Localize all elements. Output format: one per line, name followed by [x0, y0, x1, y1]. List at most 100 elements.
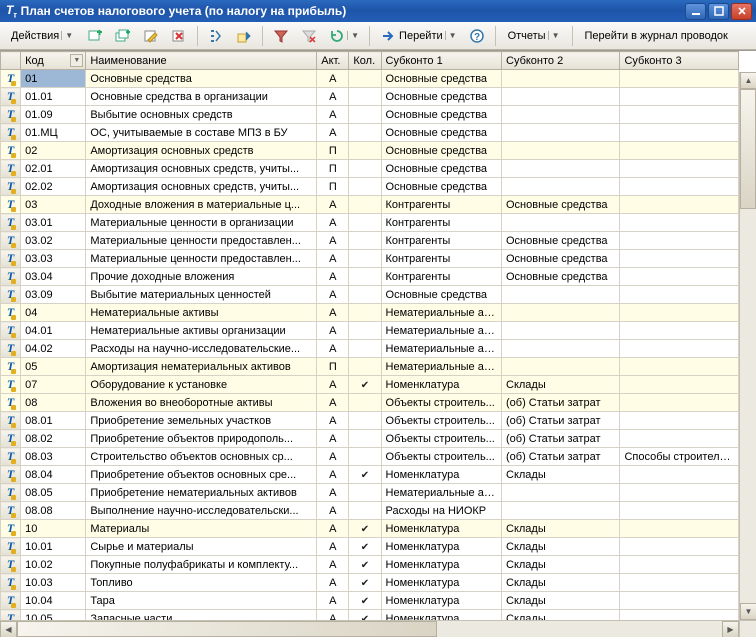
- cell-sub1[interactable]: Номенклатура: [381, 466, 501, 484]
- cell-name[interactable]: Приобретение земельных участков: [86, 412, 317, 430]
- table-row[interactable]: T03Доходные вложения в материальные ц...…: [1, 196, 739, 214]
- table-row[interactable]: T03.04Прочие доходные вложенияАКонтраген…: [1, 268, 739, 286]
- col-sub1[interactable]: Субконто 1: [381, 52, 501, 70]
- cell-akt[interactable]: А: [317, 250, 349, 268]
- cell-kol[interactable]: [349, 124, 381, 142]
- cell-akt[interactable]: А: [317, 124, 349, 142]
- cell-sub2[interactable]: [502, 322, 620, 340]
- cell-kol[interactable]: [349, 430, 381, 448]
- cell-code[interactable]: 04.01: [21, 322, 86, 340]
- cell-sub2[interactable]: Основные средства: [502, 250, 620, 268]
- cell-sub1[interactable]: Контрагенты: [381, 268, 501, 286]
- cell-sub3[interactable]: [620, 70, 739, 88]
- cell-akt[interactable]: А: [317, 340, 349, 358]
- cell-name[interactable]: Приобретение объектов природополь...: [86, 430, 317, 448]
- table-row[interactable]: T02.02Амортизация основных средств, учит…: [1, 178, 739, 196]
- cell-code[interactable]: 01: [21, 70, 86, 88]
- cell-code[interactable]: 02: [21, 142, 86, 160]
- cell-akt[interactable]: П: [317, 142, 349, 160]
- cell-sub2[interactable]: Склады: [502, 538, 620, 556]
- cell-code[interactable]: 08: [21, 394, 86, 412]
- cell-code[interactable]: 10.02: [21, 556, 86, 574]
- cell-sub1[interactable]: Объекты строитель...: [381, 394, 501, 412]
- cell-sub1[interactable]: Номенклатура: [381, 538, 501, 556]
- cell-akt[interactable]: А: [317, 232, 349, 250]
- cell-sub2[interactable]: [502, 484, 620, 502]
- cell-sub1[interactable]: Номенклатура: [381, 556, 501, 574]
- cell-name[interactable]: Амортизация основных средств, учиты...: [86, 160, 317, 178]
- cell-akt[interactable]: П: [317, 178, 349, 196]
- cell-sub1[interactable]: Номенклатура: [381, 592, 501, 610]
- cell-kol[interactable]: [349, 340, 381, 358]
- cell-kol[interactable]: [349, 232, 381, 250]
- cell-name[interactable]: Материальные ценности предоставлен...: [86, 250, 317, 268]
- resize-grip[interactable]: [739, 620, 756, 637]
- cell-akt[interactable]: А: [317, 466, 349, 484]
- cell-sub1[interactable]: Основные средства: [381, 286, 501, 304]
- cell-kol[interactable]: ✔: [349, 466, 381, 484]
- cell-code[interactable]: 08.08: [21, 502, 86, 520]
- edit-button[interactable]: [138, 25, 164, 47]
- cell-sub2[interactable]: [502, 88, 620, 106]
- cell-kol[interactable]: [349, 70, 381, 88]
- cell-sub1[interactable]: Основные средства: [381, 106, 501, 124]
- scroll-down-button[interactable]: ▼: [740, 603, 756, 620]
- cell-code[interactable]: 01.09: [21, 106, 86, 124]
- cell-code[interactable]: 04: [21, 304, 86, 322]
- cell-code[interactable]: 10: [21, 520, 86, 538]
- cell-name[interactable]: Основные средства в организации: [86, 88, 317, 106]
- cell-sub3[interactable]: [620, 538, 739, 556]
- col-kol[interactable]: Кол.: [349, 52, 381, 70]
- cell-sub1[interactable]: Объекты строитель...: [381, 412, 501, 430]
- close-button[interactable]: [731, 3, 752, 20]
- cell-akt[interactable]: А: [317, 592, 349, 610]
- cell-kol[interactable]: ✔: [349, 376, 381, 394]
- clear-filter-button[interactable]: [296, 25, 322, 47]
- cell-kol[interactable]: ✔: [349, 520, 381, 538]
- cell-sub1[interactable]: Нематериальные ак...: [381, 340, 501, 358]
- cell-name[interactable]: Выполнение научно-исследовательски...: [86, 502, 317, 520]
- cell-name[interactable]: Основные средства: [86, 70, 317, 88]
- table-row[interactable]: T01Основные средстваАОсновные средства: [1, 70, 739, 88]
- cell-akt[interactable]: П: [317, 358, 349, 376]
- cell-code[interactable]: 02.02: [21, 178, 86, 196]
- cell-kol[interactable]: [349, 88, 381, 106]
- cell-sub1[interactable]: Номенклатура: [381, 520, 501, 538]
- table-row[interactable]: T05Амортизация нематериальных активовПНе…: [1, 358, 739, 376]
- cell-sub3[interactable]: [620, 466, 739, 484]
- cell-akt[interactable]: А: [317, 106, 349, 124]
- cell-code[interactable]: 03.03: [21, 250, 86, 268]
- table-row[interactable]: T10.04ТараА✔НоменклатураСклады: [1, 592, 739, 610]
- cell-sub3[interactable]: [620, 430, 739, 448]
- cell-name[interactable]: Вложения во внеоборотные активы: [86, 394, 317, 412]
- cell-akt[interactable]: А: [317, 484, 349, 502]
- cell-sub3[interactable]: [620, 502, 739, 520]
- accounts-table[interactable]: Код▼ Наименование Акт. Кол. Субконто 1 С…: [0, 51, 739, 637]
- cell-kol[interactable]: [349, 160, 381, 178]
- cell-kol[interactable]: [349, 142, 381, 160]
- cell-sub3[interactable]: [620, 160, 739, 178]
- table-row[interactable]: T10.03ТопливоА✔НоменклатураСклады: [1, 574, 739, 592]
- cell-name[interactable]: Нематериальные активы организации: [86, 322, 317, 340]
- cell-akt[interactable]: П: [317, 160, 349, 178]
- cell-sub2[interactable]: Основные средства: [502, 268, 620, 286]
- cell-sub3[interactable]: [620, 322, 739, 340]
- cell-sub3[interactable]: [620, 358, 739, 376]
- cell-sub1[interactable]: Контрагенты: [381, 196, 501, 214]
- horizontal-scrollbar[interactable]: ◀ ▶: [0, 620, 739, 637]
- cell-code[interactable]: 10.04: [21, 592, 86, 610]
- cell-code[interactable]: 03.04: [21, 268, 86, 286]
- table-row[interactable]: T03.09Выбытие материальных ценностейАОсн…: [1, 286, 739, 304]
- vertical-scrollbar[interactable]: ▲ ▼: [739, 72, 756, 620]
- cell-kol[interactable]: [349, 358, 381, 376]
- cell-code[interactable]: 10.01: [21, 538, 86, 556]
- cell-sub1[interactable]: Основные средства: [381, 70, 501, 88]
- cell-kol[interactable]: [349, 196, 381, 214]
- table-row[interactable]: T01.МЦОС, учитываемые в составе МПЗ в БУ…: [1, 124, 739, 142]
- cell-kol[interactable]: [349, 502, 381, 520]
- cell-name[interactable]: Приобретение нематериальных активов: [86, 484, 317, 502]
- cell-kol[interactable]: [349, 412, 381, 430]
- cell-name[interactable]: Доходные вложения в материальные ц...: [86, 196, 317, 214]
- cell-sub2[interactable]: Основные средства: [502, 196, 620, 214]
- cell-name[interactable]: Материальные ценности предоставлен...: [86, 232, 317, 250]
